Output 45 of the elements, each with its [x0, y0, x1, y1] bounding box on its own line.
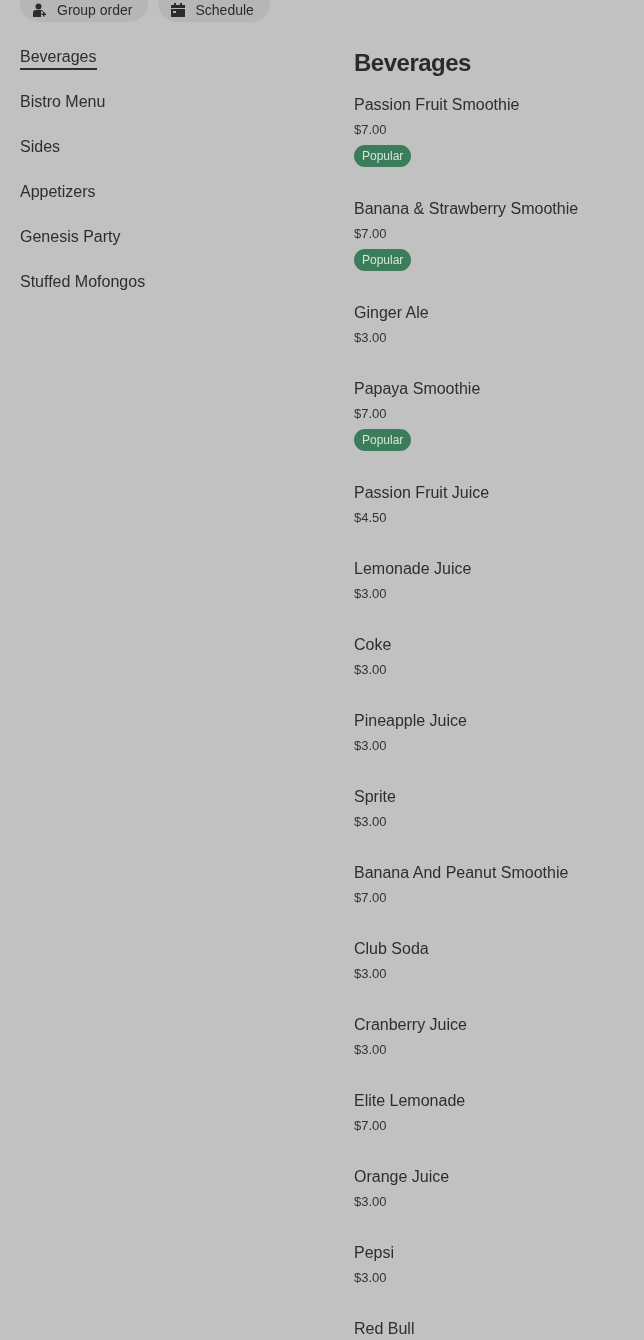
item-price: $3.00 — [354, 1041, 387, 1059]
item-price: $3.00 — [354, 1193, 387, 1211]
item-price: $3.00 — [354, 585, 387, 603]
item-name[interactable]: Club Soda — [354, 939, 429, 959]
item-price: $7.00 — [354, 121, 387, 139]
item-price: $3.00 — [354, 813, 387, 831]
item-name[interactable]: Lemonade Juice — [354, 559, 472, 579]
item-price: $3.00 — [354, 329, 387, 347]
item-name[interactable]: Passion Fruit Juice — [354, 483, 490, 503]
item-name[interactable]: Elite Lemonade — [354, 1091, 466, 1111]
item-name[interactable]: Orange Juice — [354, 1167, 450, 1187]
item-price: $7.00 — [354, 405, 387, 423]
item-price: $7.00 — [354, 225, 387, 243]
item-price: $7.00 — [354, 889, 387, 907]
item-price: $3.00 — [354, 1269, 387, 1287]
item-price: $7.00 — [354, 1117, 387, 1135]
group-order-button[interactable]: Group order — [20, 0, 149, 22]
item-name[interactable]: Pineapple Juice — [354, 711, 467, 731]
item-name[interactable]: Red Bull — [354, 1319, 415, 1339]
item-price: $3.00 — [354, 661, 387, 679]
item-name[interactable]: Banana & Strawberry Smoothie — [354, 199, 579, 219]
item-price: $3.00 — [354, 965, 387, 983]
section-heading: Beverages — [354, 49, 472, 77]
item-name[interactable]: Sprite — [354, 787, 396, 807]
item-name[interactable]: Passion Fruit Smoothie — [354, 95, 520, 115]
category-link[interactable]: Appetizers — [20, 182, 96, 205]
item-name[interactable]: Ginger Ale — [354, 303, 429, 323]
item-name[interactable]: Coke — [354, 635, 392, 655]
person-plus-icon — [33, 3, 47, 17]
item-name[interactable]: Cranberry Juice — [354, 1015, 467, 1035]
popular-badge: Popular — [354, 429, 412, 451]
category-link[interactable]: Sides — [20, 137, 61, 160]
item-name[interactable]: Papaya Smoothie — [354, 379, 481, 399]
category-link[interactable]: Stuffed Mofongos — [20, 272, 146, 295]
item-price: $3.00 — [354, 737, 387, 755]
schedule-button[interactable]: Schedule — [158, 0, 270, 22]
item-price: $4.50 — [354, 509, 387, 527]
calendar-icon — [171, 3, 186, 17]
category-link[interactable]: Bistro Menu — [20, 92, 106, 115]
category-link[interactable]: Beverages — [20, 47, 97, 70]
item-name[interactable]: Banana And Peanut Smoothie — [354, 863, 569, 883]
popular-badge: Popular — [354, 145, 412, 167]
item-name[interactable]: Pepsi — [354, 1243, 395, 1263]
popular-badge: Popular — [354, 249, 412, 271]
category-link[interactable]: Genesis Party — [20, 227, 121, 250]
